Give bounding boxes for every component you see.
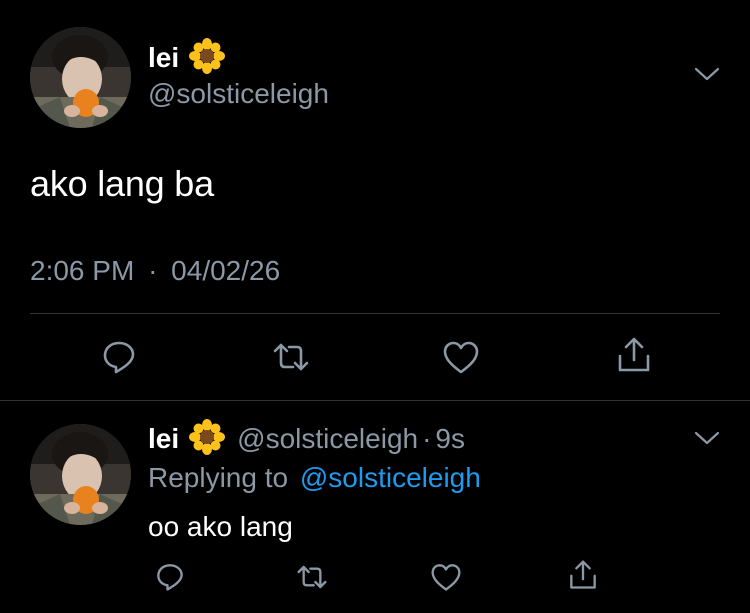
share-button[interactable]: [616, 336, 652, 374]
reply-timestamp[interactable]: 9s: [435, 423, 465, 455]
replying-to-mention[interactable]: @solsticeleigh: [300, 462, 481, 493]
main-tweet-text: ako lang ba: [30, 163, 214, 204]
share-icon: [618, 337, 650, 372]
reply-display-name[interactable]: lei: [148, 423, 179, 455]
sunflower-icon: [189, 37, 226, 79]
replying-prefix: Replying to: [148, 462, 289, 493]
sunflower-icon: [189, 418, 226, 460]
like-button[interactable]: [442, 339, 480, 375]
reply-author-row[interactable]: lei @solsticeleigh · 9s: [148, 418, 465, 460]
reply-icon: [157, 564, 183, 591]
main-divider: [30, 313, 720, 314]
section-divider: [0, 400, 750, 401]
main-author-row[interactable]: lei: [148, 37, 226, 79]
reply-chevron-down-icon[interactable]: [693, 428, 721, 448]
like-icon: [443, 341, 479, 374]
retweet-icon: [297, 565, 327, 589]
reply-icon: [103, 341, 135, 374]
main-chevron-down-icon[interactable]: [693, 64, 721, 84]
like-icon: [431, 564, 461, 591]
main-tweet-date: 04/02/26: [171, 255, 281, 286]
main-tweet-time: 2:06 PM: [30, 255, 135, 286]
replying-to-line: Replying to @solsticeleigh: [148, 462, 481, 494]
meta-separator: ·: [148, 255, 158, 286]
main-tweet-meta: 2:06 PM · 04/02/26: [30, 255, 280, 287]
retweet-icon: [273, 343, 309, 371]
reply-tweet-share-button[interactable]: [568, 559, 598, 591]
main-display-name[interactable]: lei: [148, 42, 179, 74]
reply-button[interactable]: [101, 339, 137, 375]
main-handle[interactable]: @solsticeleigh: [148, 78, 329, 110]
reply-tweet-text: oo ako lang: [148, 511, 293, 542]
reply-tweet-retweet-button[interactable]: [295, 562, 329, 592]
reply-handle[interactable]: @solsticeleigh: [237, 423, 418, 455]
reply-tweet-reply-button[interactable]: [155, 562, 185, 592]
retweet-button[interactable]: [271, 339, 311, 375]
reply-avatar[interactable]: [30, 424, 131, 525]
reply-tweet-like-button[interactable]: [430, 562, 462, 592]
main-avatar[interactable]: [30, 27, 131, 128]
reply-separator: ·: [422, 423, 432, 454]
share-icon: [570, 560, 596, 589]
